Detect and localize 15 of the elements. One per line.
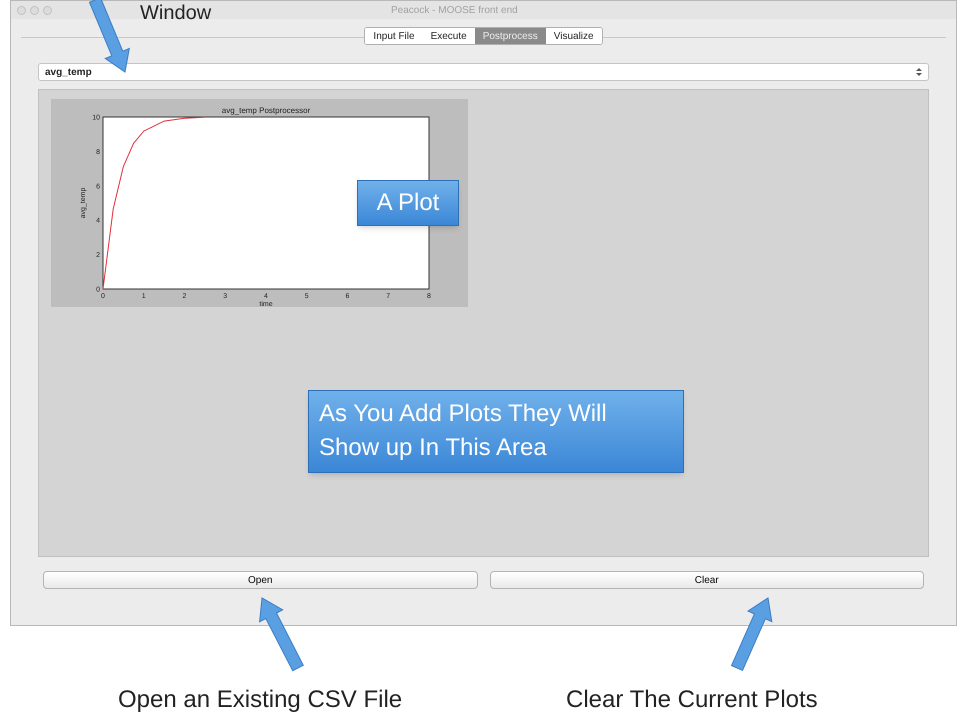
minimize-icon[interactable] — [30, 6, 39, 14]
clear-button[interactable]: Clear — [490, 571, 924, 589]
annotation-caption: Window — [140, 1, 212, 26]
open-button[interactable]: Open — [43, 571, 478, 589]
callout-label: As You Add Plots They Will Show up In This Area — [308, 390, 684, 473]
close-icon[interactable] — [17, 6, 26, 14]
chart-title: avg_temp Postprocessor — [222, 106, 310, 115]
window-title: Peacock - MOOSE front end — [391, 4, 518, 18]
zoom-icon[interactable] — [43, 6, 52, 14]
annotation-caption: Open an Existing CSV File — [118, 686, 402, 714]
annotation-caption: Clear The Current Plots — [566, 686, 818, 714]
callout-label: A Plot — [357, 180, 459, 226]
postprocessor-dropdown[interactable]: avg_temp — [38, 63, 929, 81]
chevron-icon — [916, 67, 922, 77]
dropdown-value: avg_temp — [45, 66, 92, 80]
